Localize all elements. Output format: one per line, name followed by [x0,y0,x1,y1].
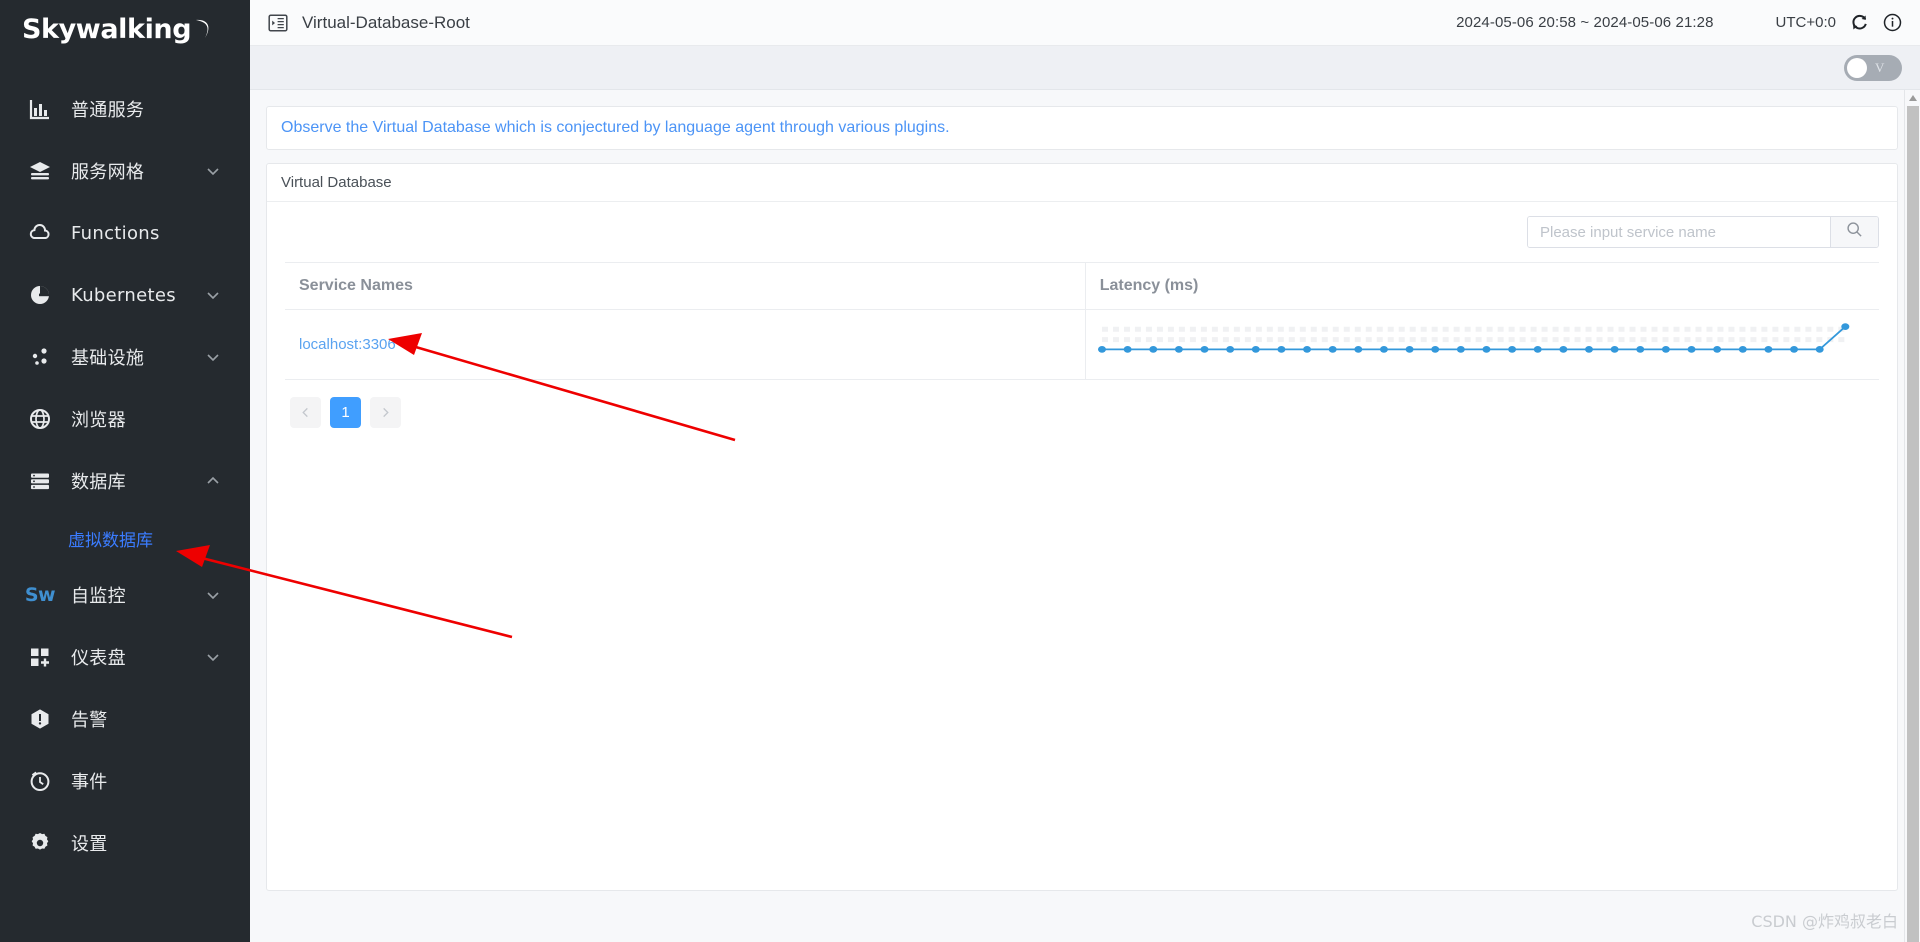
chart-bar-icon [27,96,53,122]
scrollbar-thumb[interactable] [1907,106,1919,942]
info-banner-text: Observe the Virtual Database which is co… [281,119,950,136]
table-head: Service Names Latency (ms) [285,262,1879,310]
sidebar-item-browser[interactable]: 浏览器 [0,388,250,450]
sidebar-item-label: 浏览器 [71,410,126,431]
brand-name: Skywalking [22,13,192,45]
sidebar-item-service-mesh[interactable]: 服务网格 [0,140,250,202]
database-list-icon [27,468,53,494]
sidebar-item-functions[interactable]: Functions [0,202,250,264]
sidebar-item-label: 事件 [71,772,108,793]
search-box [1527,216,1879,248]
brand-logo[interactable]: Skywalking [0,0,250,58]
chevron-down-icon[interactable] [206,350,220,364]
collapse-sidebar-icon[interactable] [268,13,288,33]
column-header-latency[interactable]: Latency (ms) [1085,262,1879,310]
dashboard-add-icon [27,644,53,670]
sidebar-item-database[interactable]: 数据库 [0,450,250,512]
sidebar-item-label: 设置 [71,834,108,855]
sw-logo-text: Sw [24,584,56,606]
sidebar-item-label: 普通服务 [71,100,145,121]
event-clock-icon [27,768,53,794]
search-button[interactable] [1830,217,1878,247]
sidebar-item-events[interactable]: 事件 [0,750,250,812]
nodes-icon [27,344,53,370]
auto-refresh-toggle[interactable]: V [1844,54,1902,81]
gear-icon [27,830,53,856]
sidebar-item-infrastructure[interactable]: 基础设施 [0,326,250,388]
refresh-icon[interactable] [1850,13,1869,32]
panel-header: Virtual Database [267,164,1897,202]
table-header-row: Service Names Latency (ms) [285,262,1879,310]
search-input[interactable] [1528,217,1830,247]
sidebar-subitem-label: 虚拟数据库 [68,530,153,551]
pagination-page-1[interactable]: 1 [330,397,361,428]
cell-latency-sparkline [1085,309,1879,380]
vertical-scrollbar[interactable] [1904,90,1920,942]
content-area: Observe the Virtual Database which is co… [250,90,1920,942]
moon-icon [192,17,214,41]
sidebar-item-kubernetes[interactable]: Kubernetes [0,264,250,326]
table-row[interactable]: localhost:3306 [285,309,1879,380]
sw-logo-icon: Sw [24,582,56,608]
alarm-hexagon-icon [27,706,53,732]
sidebar-item-label: Functions [71,222,160,244]
panel-title: Virtual Database [281,174,392,191]
time-range-picker[interactable]: 2024-05-06 20:58 ~ 2024-05-06 21:28 [1456,14,1713,31]
service-link[interactable]: localhost:3306 [299,336,396,353]
chevron-down-icon[interactable] [206,288,220,302]
chevron-down-icon[interactable] [206,164,220,178]
latency-sparkline-chart[interactable] [1094,313,1853,371]
virtual-database-panel: Virtual Database Please input service na… [266,163,1898,891]
top-bar-right: 2024-05-06 20:58 ~ 2024-05-06 21:28 UTC+… [1456,13,1902,32]
info-banner: Observe the Virtual Database which is co… [266,106,1898,150]
pagination-next-button[interactable] [370,397,401,428]
sidebar-item-dashboard[interactable]: 仪表盘 [0,626,250,688]
chevron-up-icon[interactable] [206,474,220,488]
cell-service-name: localhost:3306 [285,309,1086,380]
panel-body: Service Names Latency (ms) localhost:330… [267,202,1897,890]
sidebar-item-label: 仪表盘 [71,648,126,669]
pagination-prev-button[interactable] [290,397,321,428]
sidebar: Skywalking 普通服务 服务网格 Functions Kubernete… [0,0,250,942]
sidebar-item-label: 自监控 [71,586,126,607]
toggle-knob [1847,57,1867,78]
sidebar-item-settings[interactable]: 设置 [0,812,250,874]
search-row [285,216,1879,248]
toggle-label: V [1875,59,1885,75]
globe-icon [27,406,53,432]
sub-bar: V [250,46,1920,90]
virtual-database-table: Service Names Latency (ms) localhost:330… [285,262,1879,380]
pagination: 1 [285,397,1879,428]
info-circle-icon[interactable] [1883,13,1902,32]
sidebar-item-label: 告警 [71,710,108,731]
skywalking-app: Skywalking 普通服务 服务网格 Functions Kubernete… [0,0,1920,942]
sidebar-item-self-observability[interactable]: Sw 自监控 [0,564,250,626]
sidebar-item-label: 数据库 [71,472,126,493]
pie-chart-icon [27,282,53,308]
chevron-down-icon[interactable] [206,650,220,664]
sidebar-nav: 普通服务 服务网格 Functions Kubernetes 基础设施 浏览器 … [0,78,250,874]
sidebar-item-general-service[interactable]: 普通服务 [0,78,250,140]
main-area: Virtual-Database-Root 2024-05-06 20:58 ~… [250,0,1920,942]
column-header-service-names[interactable]: Service Names [285,262,1086,310]
sidebar-item-label: 基础设施 [71,348,145,369]
sidebar-subitem-virtual-database[interactable]: 虚拟数据库 [0,512,250,564]
sidebar-item-label: 服务网格 [71,162,145,183]
top-bar: Virtual-Database-Root 2024-05-06 20:58 ~… [250,0,1920,46]
scroll-up-arrow-icon[interactable] [1905,90,1920,106]
layers-icon [27,158,53,184]
page-title: Virtual-Database-Root [302,12,470,32]
sidebar-item-label: Kubernetes [71,284,176,306]
search-icon [1846,221,1863,243]
sidebar-item-alarm[interactable]: 告警 [0,688,250,750]
timezone-label: UTC+0:0 [1775,14,1836,31]
watermark: CSDN @炸鸡叔老白 [1751,912,1898,931]
cloud-icon [27,220,53,246]
chevron-down-icon[interactable] [206,588,220,602]
table-body: localhost:3306 [285,309,1879,380]
